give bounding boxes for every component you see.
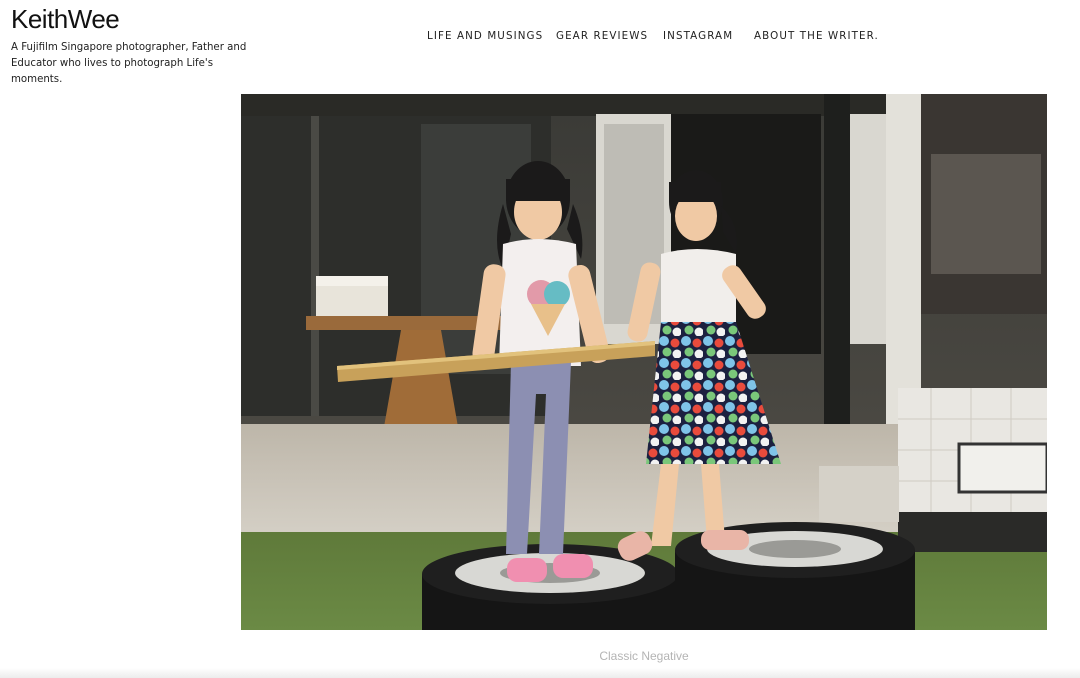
post-photo[interactable] xyxy=(241,94,1047,630)
nav-item-gear-reviews[interactable]: GEAR REVIEWS xyxy=(556,30,648,42)
site-tagline: A Fujifilm Singapore photographer, Fathe… xyxy=(11,42,247,85)
page-bottom-fade xyxy=(0,668,1080,678)
site-header: KeithWee A Fujifilm Singapore photograph… xyxy=(0,0,1080,90)
nav-item-life-and-musings[interactable]: LIFE AND MUSINGS xyxy=(427,30,543,42)
nav-item-instagram[interactable]: INSTAGRAM xyxy=(663,30,733,42)
nav-item-about-the-writer[interactable]: ABOUT THE WRITER. xyxy=(754,30,879,42)
main-nav: LIFE AND MUSINGS GEAR REVIEWS INSTAGRAM … xyxy=(0,30,1080,46)
brand: KeithWee A Fujifilm Singapore photograph… xyxy=(11,4,271,88)
photo-caption: Classic Negative xyxy=(599,649,689,663)
photo-illustration xyxy=(241,94,1047,630)
